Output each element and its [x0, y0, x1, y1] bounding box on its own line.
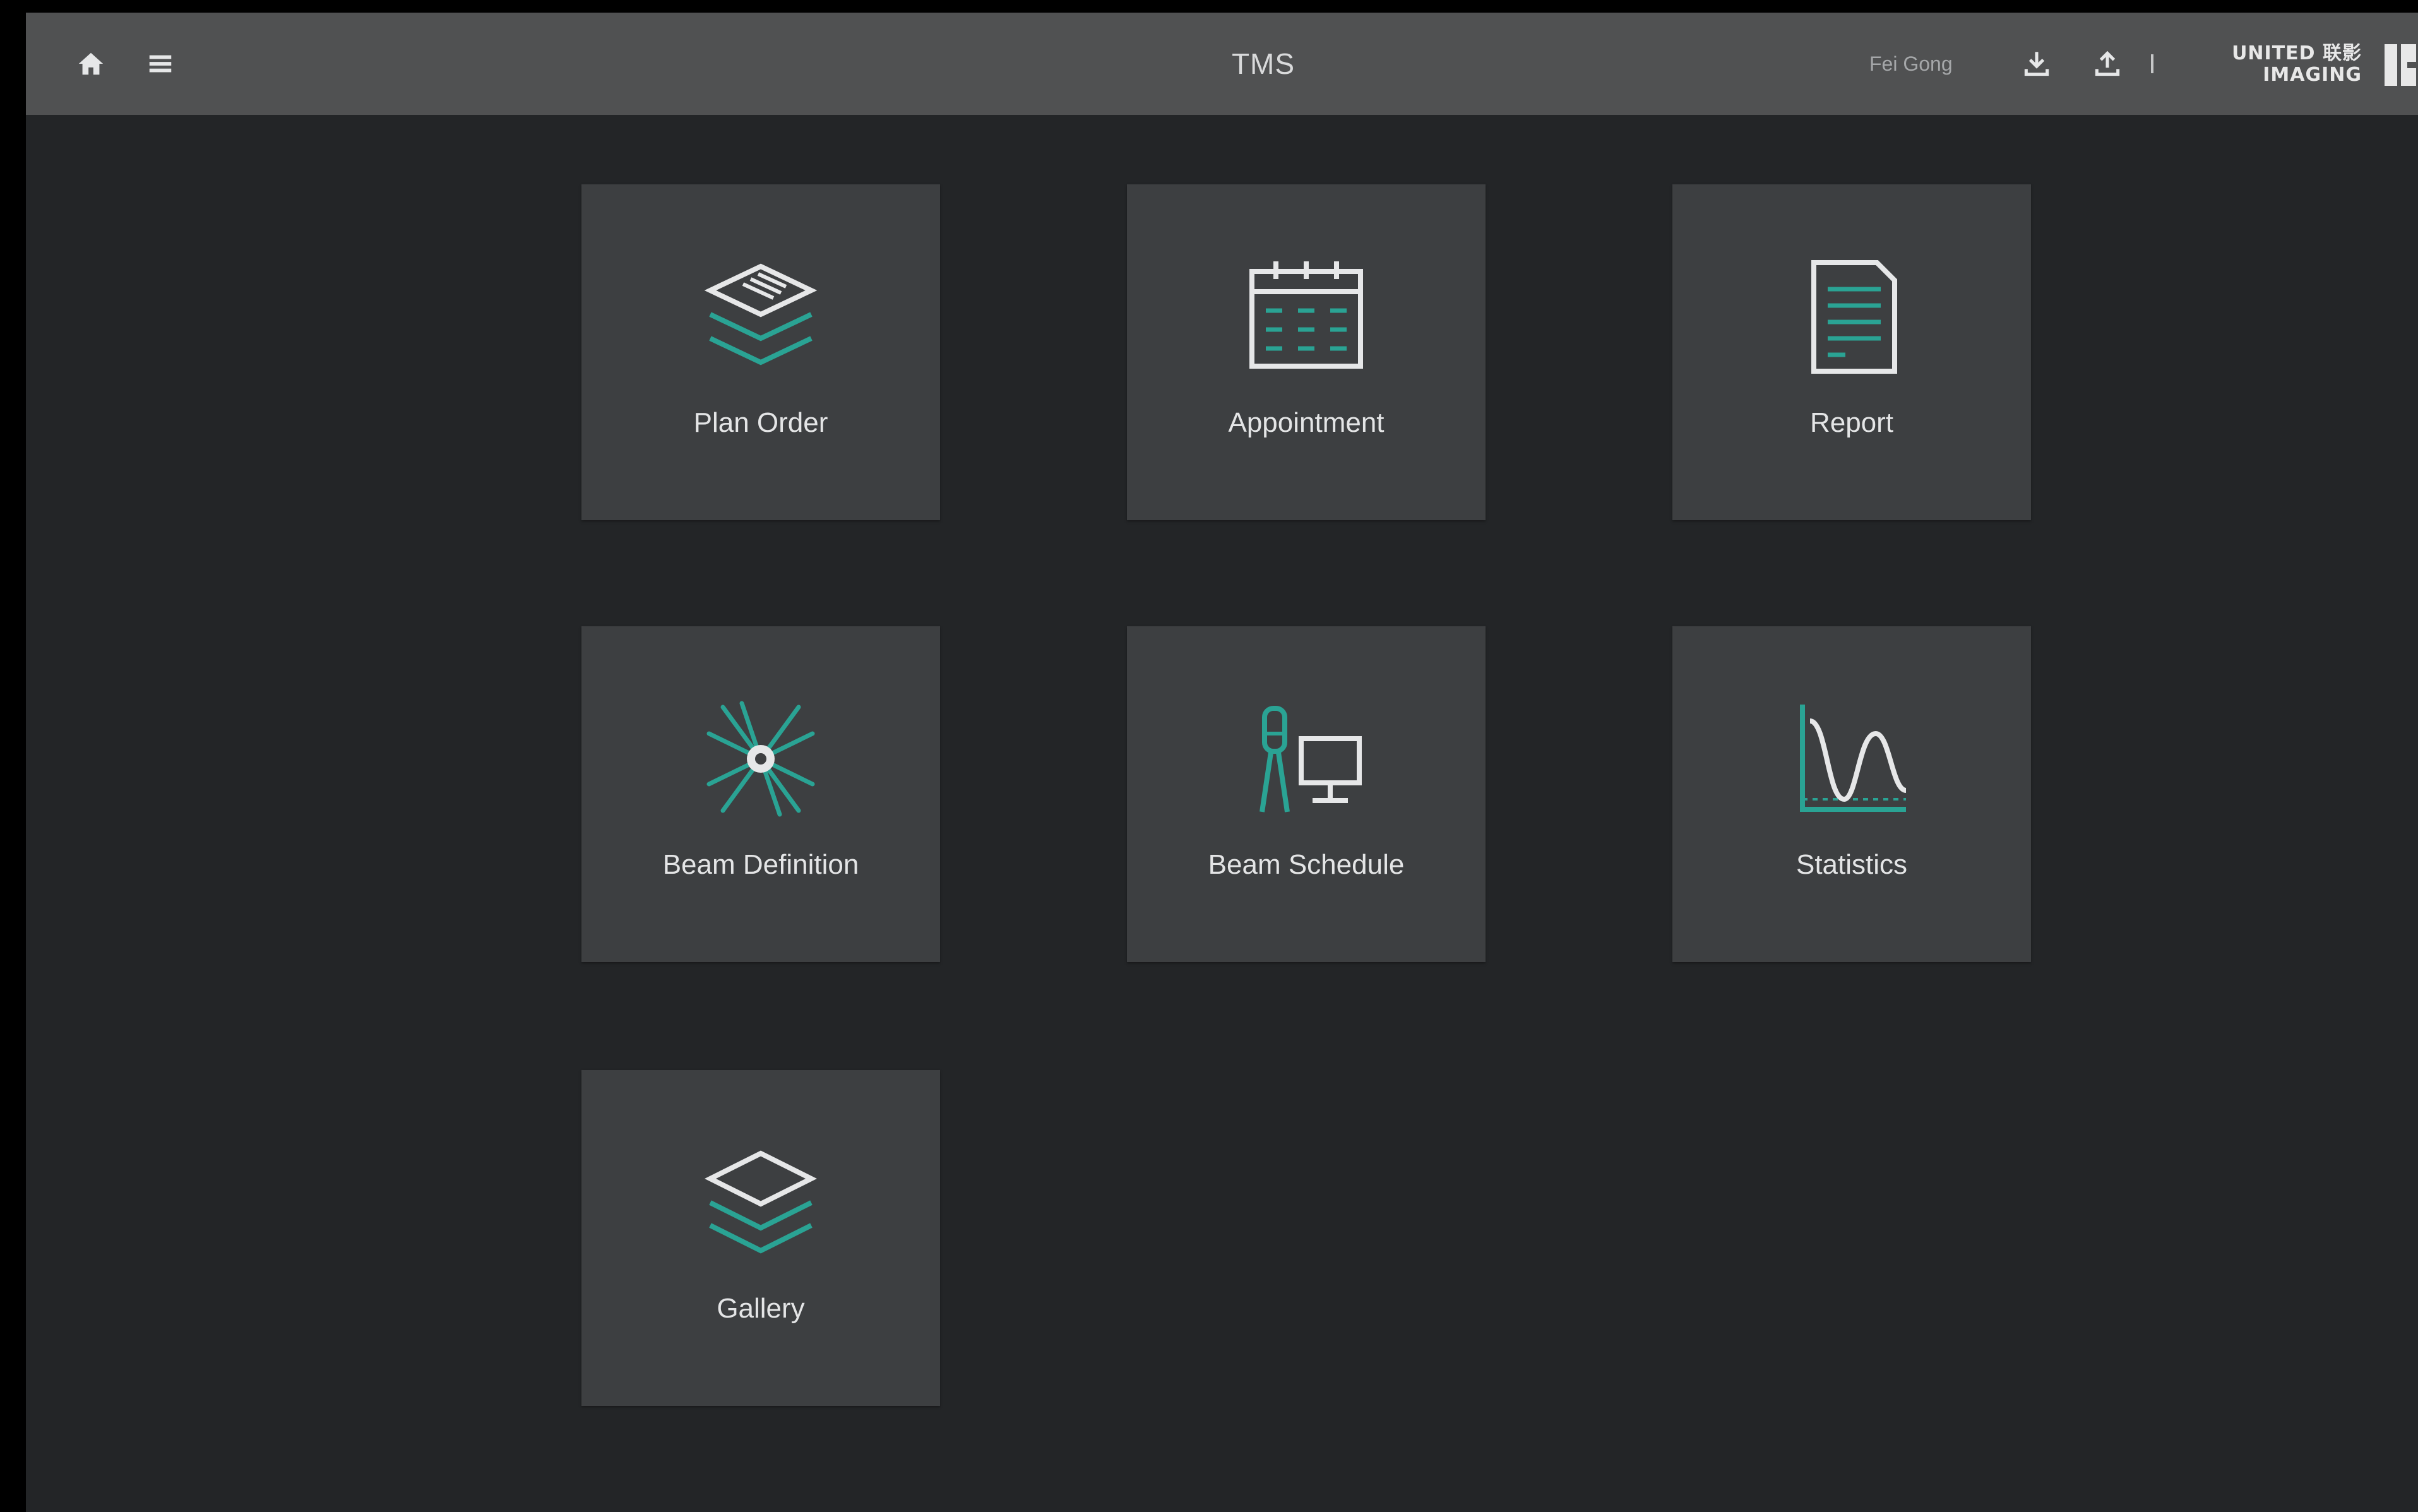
app-title: TMS — [1231, 47, 1295, 80]
tile-plan-order[interactable]: Plan Order — [581, 184, 940, 520]
layers-icon — [705, 1150, 817, 1254]
tile-label: Beam Schedule — [1208, 849, 1405, 880]
menu-button[interactable] — [140, 43, 181, 85]
brand-logo: UNITED 联影 IMAGING — [2191, 43, 2418, 87]
person-monitor-icon — [1260, 706, 1362, 813]
united-imaging-logo-icon — [2385, 44, 2416, 86]
toolbar-divider — [2151, 54, 2153, 73]
tile-label: Report — [1809, 407, 1894, 438]
tile-gallery[interactable]: Gallery — [581, 1070, 940, 1406]
tile-report[interactable]: Report — [1672, 184, 2031, 520]
tile-label: Statistics — [1796, 849, 1908, 880]
calendar-icon — [1249, 261, 1363, 369]
screen-frame: TMS Fei Gong UNITED 联影 IMAGING Plan Orde… — [0, 0, 2418, 1512]
home-button[interactable] — [70, 43, 112, 85]
download-icon — [2024, 52, 2049, 76]
document-icon — [1811, 260, 1897, 374]
tile-beam-schedule[interactable]: Beam Schedule — [1127, 626, 1486, 962]
tile-label: Beam Definition — [662, 849, 859, 880]
tile-appointment[interactable]: Appointment — [1127, 184, 1486, 520]
hamburger-menu-icon — [149, 55, 172, 73]
tile-beam-definition[interactable]: Beam Definition — [581, 626, 940, 962]
home-icon — [78, 52, 104, 75]
curve-chart-icon — [1800, 705, 1907, 812]
user-name[interactable]: Fei Gong — [1869, 13, 1953, 115]
download-button[interactable] — [2016, 43, 2058, 85]
tile-label: Gallery — [717, 1293, 805, 1324]
beam-burst-icon — [706, 701, 815, 817]
upload-button[interactable] — [2087, 43, 2128, 85]
brand-name: UNITED 联影 IMAGING — [2232, 42, 2362, 86]
stacked-layers-document-icon — [704, 263, 818, 366]
tile-statistics[interactable]: Statistics — [1672, 626, 2031, 962]
upload-icon — [2095, 51, 2120, 76]
tile-label: Plan Order — [693, 407, 828, 438]
tile-label: Appointment — [1228, 407, 1385, 438]
top-bar: TMS Fei Gong UNITED 联影 IMAGING — [26, 13, 2418, 115]
app-window: TMS Fei Gong UNITED 联影 IMAGING Plan Orde… — [26, 13, 2418, 1512]
